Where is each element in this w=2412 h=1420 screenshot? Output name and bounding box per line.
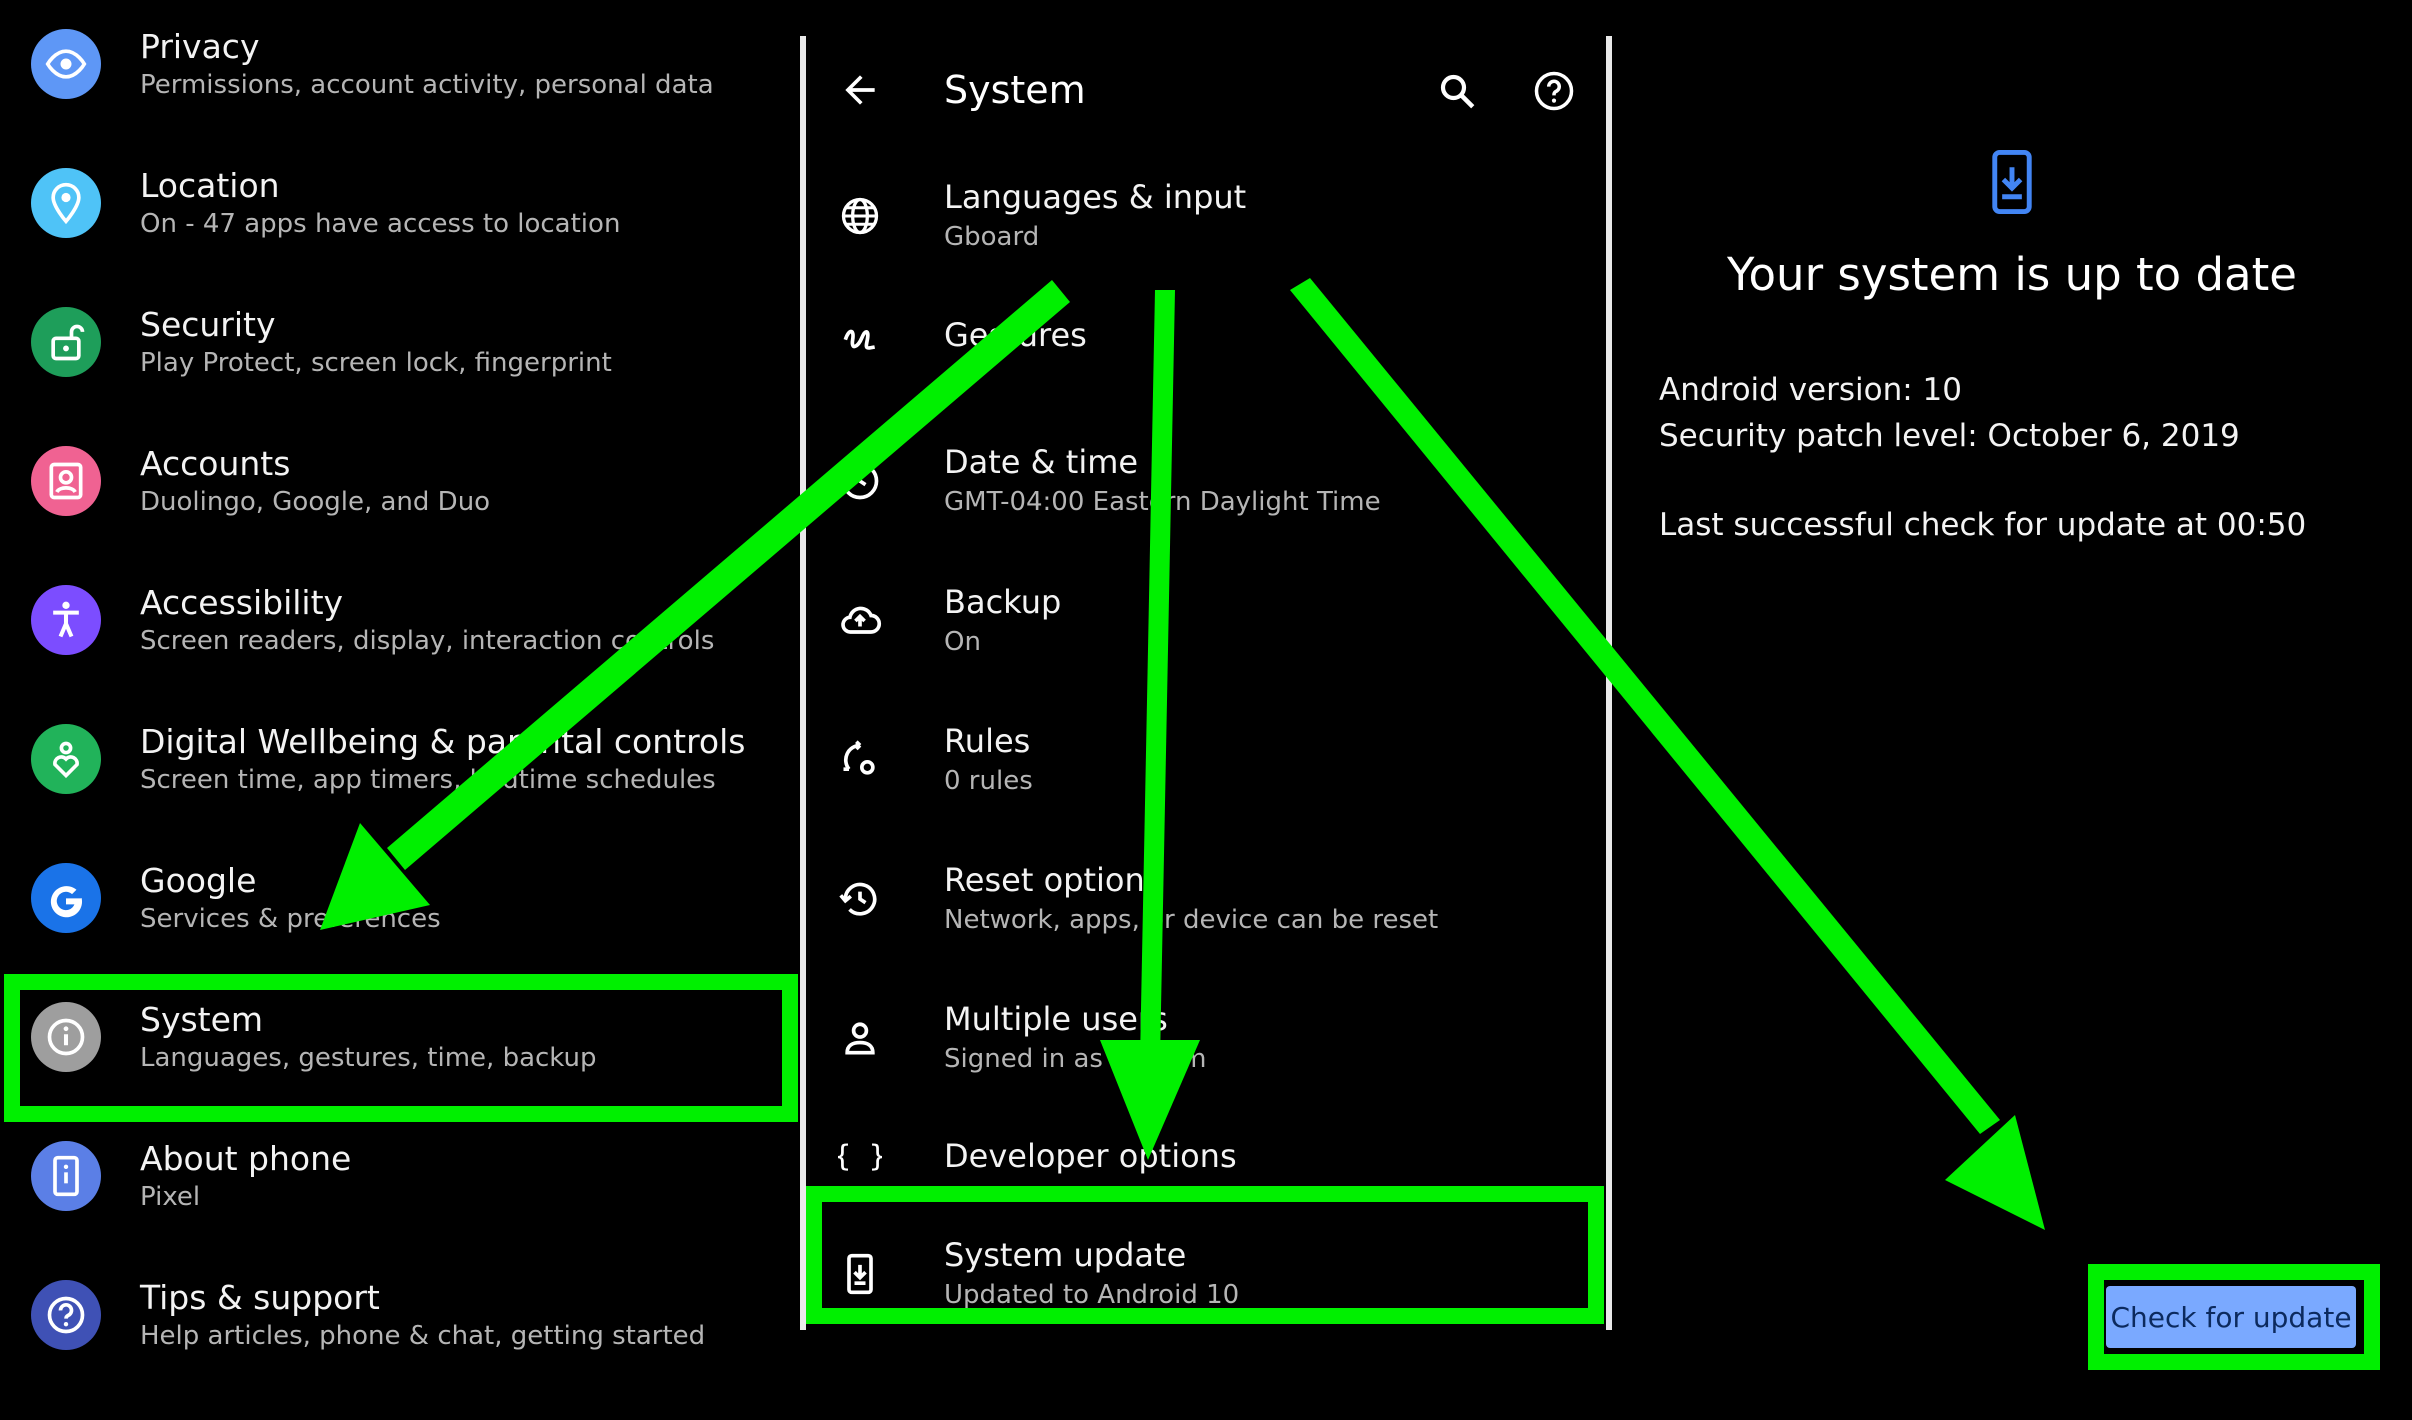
settings-item-title: Google bbox=[140, 861, 257, 900]
wellbeing-heart-icon bbox=[31, 724, 101, 794]
history-icon bbox=[836, 875, 884, 923]
system-item-title: Multiple users bbox=[944, 1000, 1168, 1038]
system-item-subtitle: 0 rules bbox=[944, 766, 1033, 796]
check-update-highlight bbox=[2088, 1264, 2380, 1370]
system-item-rules[interactable]: Rules 0 rules bbox=[800, 694, 1612, 832]
help-icon bbox=[31, 1280, 101, 1350]
settings-list-panel: Privacy Permissions, account activity, pe… bbox=[0, 0, 800, 1420]
system-item-title: Backup bbox=[944, 583, 1062, 621]
cloud-upload-icon bbox=[836, 597, 884, 645]
system-update-panel: Your system is up to date Android versio… bbox=[1612, 0, 2412, 1420]
settings-item-title: Digital Wellbeing & parental controls bbox=[140, 722, 746, 761]
settings-item-accessibility[interactable]: Accessibility Screen readers, display, in… bbox=[0, 551, 800, 689]
globe-icon bbox=[836, 192, 884, 240]
system-update-icon bbox=[1982, 150, 2042, 214]
system-item-subtitle: Gboard bbox=[944, 222, 1040, 252]
settings-item-subtitle: Screen time, app timers, bedtime schedul… bbox=[140, 765, 716, 795]
system-item-title: Rules bbox=[944, 722, 1031, 760]
system-item-date-time[interactable]: Date & time GMT-04:00 Eastern Daylight Ti… bbox=[800, 415, 1612, 553]
system-item-title: Developer options bbox=[944, 1137, 1237, 1175]
settings-item-subtitle: Help articles, phone & chat, getting sta… bbox=[140, 1321, 706, 1351]
system-item-title: Reset options bbox=[944, 861, 1162, 899]
clock-icon bbox=[836, 457, 884, 505]
svg-text:{ }: { } bbox=[838, 1139, 882, 1173]
system-item-languages-input[interactable]: Languages & input Gboard bbox=[800, 150, 1612, 288]
system-item-highlight bbox=[4, 974, 798, 1122]
rules-sync-icon bbox=[836, 736, 884, 784]
location-pin-icon bbox=[31, 168, 101, 238]
last-check-text: Last successful check for update at 00:5… bbox=[1659, 507, 2307, 543]
gesture-icon bbox=[836, 312, 884, 360]
system-item-title: Languages & input bbox=[944, 178, 1247, 216]
back-arrow-icon[interactable] bbox=[838, 68, 882, 112]
search-icon[interactable] bbox=[1436, 70, 1478, 112]
google-g-icon bbox=[31, 863, 101, 933]
settings-item-title: Security bbox=[140, 305, 276, 344]
system-item-subtitle: Network, apps, or device can be reset bbox=[944, 905, 1439, 935]
settings-item-subtitle: Services & preferences bbox=[140, 904, 441, 934]
settings-item-title: Accounts bbox=[140, 444, 291, 483]
settings-item-google[interactable]: Google Services & preferences bbox=[0, 829, 800, 967]
settings-item-digital-wellbeing-parental-controls[interactable]: Digital Wellbeing & parental controls Scr… bbox=[0, 690, 800, 828]
settings-item-location[interactable]: Location On - 47 apps have access to loca… bbox=[0, 134, 800, 272]
system-item-title: Gestures bbox=[944, 316, 1087, 354]
settings-item-security[interactable]: Security Play Protect, screen lock, finge… bbox=[0, 273, 800, 411]
system-item-subtitle: On bbox=[944, 627, 981, 657]
settings-item-subtitle: Screen readers, display, interaction con… bbox=[140, 626, 715, 656]
android-version-text: Android version: 10 bbox=[1659, 372, 1962, 408]
braces-icon: { } bbox=[836, 1133, 884, 1181]
settings-item-title: Location bbox=[140, 166, 280, 205]
privacy-eye-icon bbox=[31, 29, 101, 99]
settings-item-accounts[interactable]: Accounts Duolingo, Google, and Duo bbox=[0, 412, 800, 550]
settings-item-privacy[interactable]: Privacy Permissions, account activity, pe… bbox=[0, 0, 800, 133]
system-update-highlight bbox=[806, 1186, 1604, 1324]
settings-item-about-phone[interactable]: About phone Pixel bbox=[0, 1107, 800, 1245]
system-item-gestures[interactable]: Gestures bbox=[800, 290, 1612, 428]
settings-item-subtitle: Play Protect, screen lock, fingerprint bbox=[140, 348, 612, 378]
system-item-subtitle: Signed in as William bbox=[944, 1044, 1207, 1074]
page-title: System bbox=[944, 68, 1086, 112]
settings-item-title: Tips & support bbox=[140, 1278, 380, 1317]
person-icon bbox=[836, 1014, 884, 1062]
lock-open-icon bbox=[31, 307, 101, 377]
system-item-reset-options[interactable]: Reset options Network, apps, or device ca… bbox=[800, 833, 1612, 971]
settings-item-subtitle: Permissions, account activity, personal … bbox=[140, 70, 714, 100]
account-box-icon bbox=[31, 446, 101, 516]
settings-item-title: About phone bbox=[140, 1139, 352, 1178]
settings-item-title: Accessibility bbox=[140, 583, 344, 622]
update-status-heading: Your system is up to date bbox=[1727, 248, 2297, 301]
system-item-backup[interactable]: Backup On bbox=[800, 555, 1612, 693]
help-circle-icon[interactable] bbox=[1533, 70, 1575, 112]
settings-item-title: Privacy bbox=[140, 27, 260, 66]
system-item-subtitle: GMT-04:00 Eastern Daylight Time bbox=[944, 487, 1381, 517]
system-item-title: Date & time bbox=[944, 443, 1139, 481]
settings-item-subtitle: Duolingo, Google, and Duo bbox=[140, 487, 491, 517]
settings-item-subtitle: On - 47 apps have access to location bbox=[140, 209, 621, 239]
settings-item-subtitle: Pixel bbox=[140, 1182, 201, 1212]
phone-info-icon bbox=[31, 1141, 101, 1211]
system-item-multiple-users[interactable]: Multiple users Signed in as William bbox=[800, 972, 1612, 1110]
security-patch-text: Security patch level: October 6, 2019 bbox=[1659, 418, 2240, 454]
accessibility-icon bbox=[31, 585, 101, 655]
settings-item-tips-support[interactable]: Tips & support Help articles, phone & cha… bbox=[0, 1246, 800, 1384]
